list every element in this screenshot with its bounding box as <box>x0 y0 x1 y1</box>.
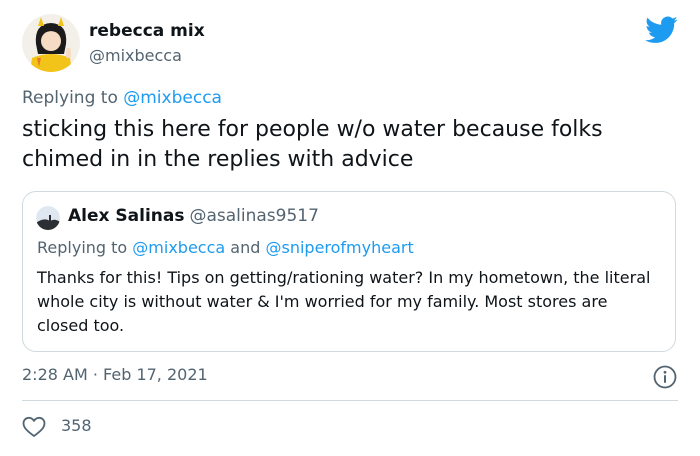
tweet-text: sticking this here for people w/o water … <box>22 117 603 172</box>
author-avatar[interactable] <box>22 14 80 72</box>
reply-context: Replying to @mixbecca <box>22 88 222 108</box>
quoted-author-avatar[interactable] <box>36 206 60 230</box>
author-display-name[interactable]: rebecca mix <box>89 21 205 41</box>
quoted-handle[interactable]: @asalinas9517 <box>189 206 318 226</box>
quoted-tweet-text: Thanks for this! Tips on getting/rationi… <box>37 268 651 335</box>
reply-context-handle-link[interactable]: @mixbecca <box>123 88 222 108</box>
reply-context-prefix: Replying to <box>22 88 124 108</box>
tweet-card: rebecca mix @mixbecca Replying to @mixbe… <box>0 0 700 456</box>
quoted-reply-prefix: Replying to <box>37 238 133 257</box>
author-handle[interactable]: @mixbecca <box>89 46 182 65</box>
like-count: 358 <box>61 416 92 435</box>
tweet-timestamp[interactable]: 2:28 AM · Feb 17, 2021 <box>22 365 208 384</box>
quoted-author: Alex Salinas @asalinas9517 <box>68 206 319 226</box>
twitter-bird-icon[interactable] <box>645 16 678 44</box>
quoted-reply-context: Replying to @mixbecca and @sniperofmyhea… <box>37 238 414 257</box>
quoted-reply-handle-link-2[interactable]: @sniperofmyheart <box>265 238 413 257</box>
info-icon[interactable] <box>652 364 678 390</box>
quoted-display-name[interactable]: Alex Salinas <box>68 206 184 226</box>
divider <box>22 400 678 401</box>
heart-icon[interactable] <box>22 416 46 438</box>
quoted-tweet[interactable]: Alex Salinas @asalinas9517 Replying to @m… <box>22 191 676 352</box>
quoted-reply-handle-link-1[interactable]: @mixbecca <box>132 238 225 257</box>
quoted-reply-and: and <box>225 238 266 257</box>
